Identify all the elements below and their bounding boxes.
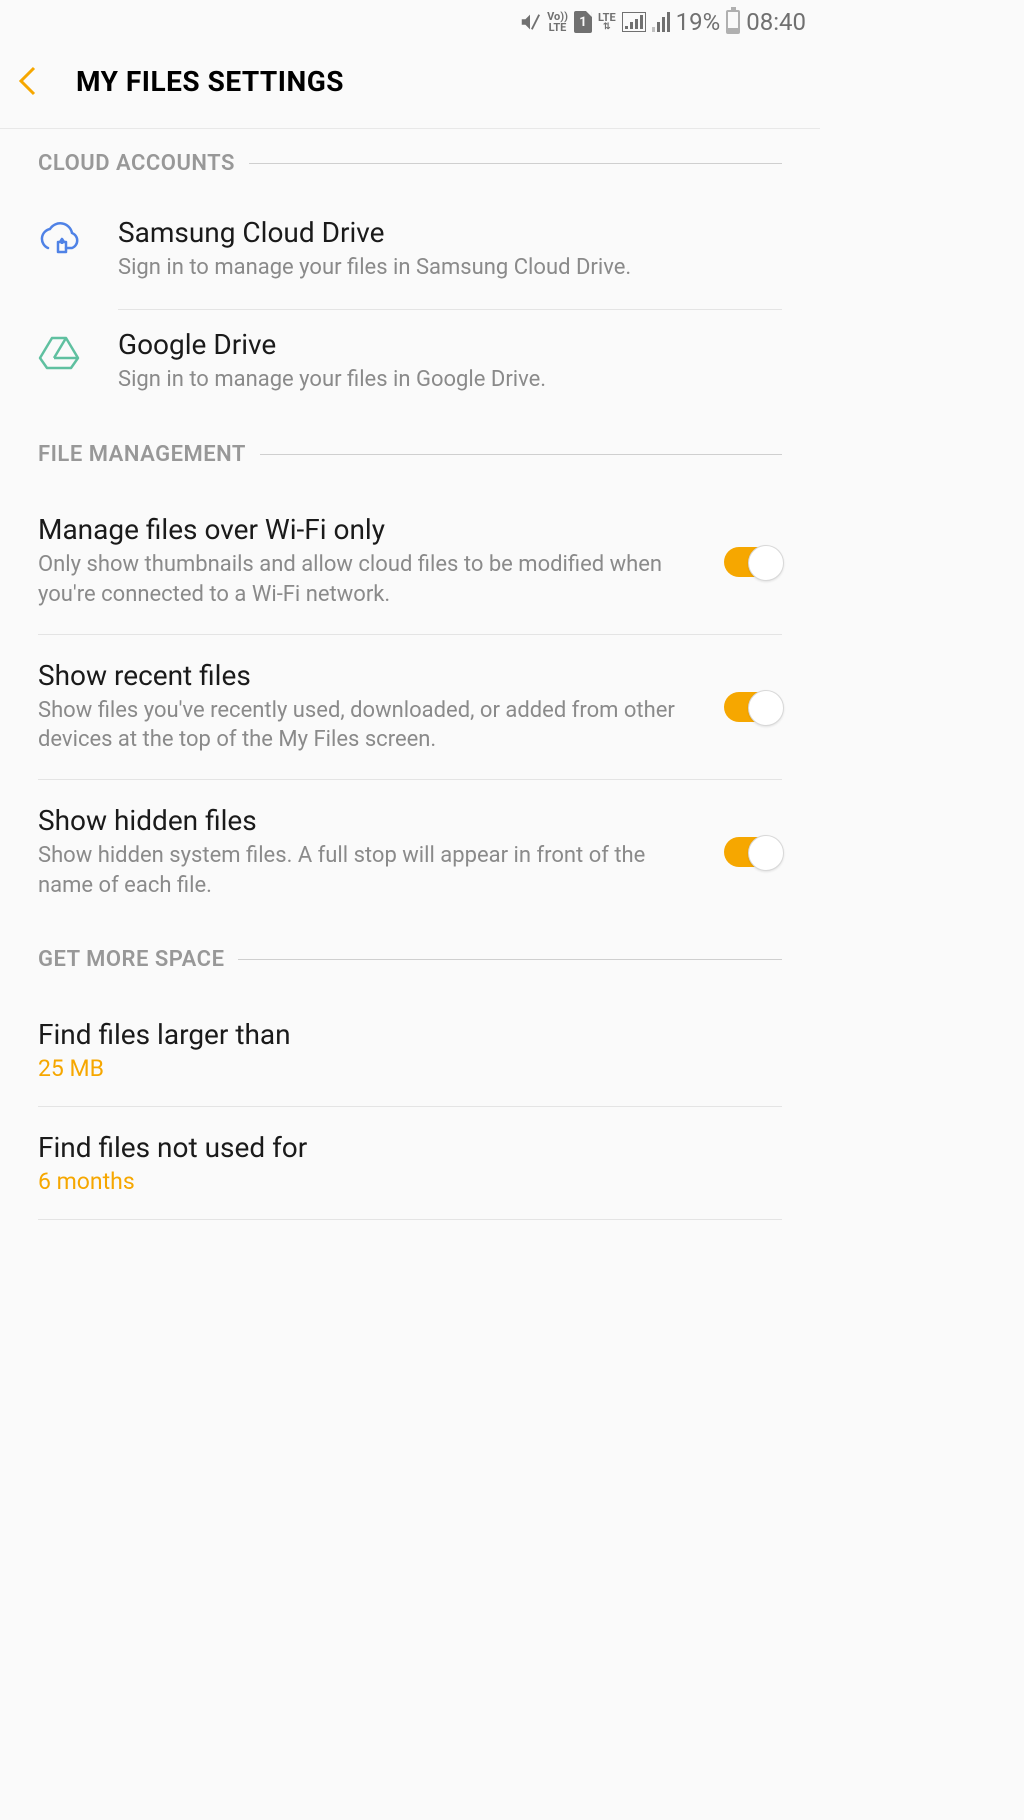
- item-subtitle: Sign in to manage your files in Google D…: [118, 365, 782, 395]
- item-subtitle: Only show thumbnails and allow cloud fil…: [38, 550, 694, 609]
- google-drive-icon: [38, 328, 80, 370]
- cloud-item-google-drive[interactable]: Google Drive Sign in to manage your file…: [38, 310, 782, 421]
- item-title: Find files larger than: [38, 1018, 782, 1051]
- page-title: MY FILES SETTINGS: [76, 65, 344, 98]
- signal-icon-2: [652, 12, 670, 32]
- sim-indicator: 1: [574, 11, 592, 33]
- clock: 08:40: [746, 8, 806, 36]
- item-subtitle: Show files you've recently used, downloa…: [38, 696, 694, 755]
- toggle-switch[interactable]: [724, 837, 782, 867]
- toggle-switch[interactable]: [724, 692, 782, 722]
- cloud-item-samsung[interactable]: Samsung Cloud Drive Sign in to manage yo…: [38, 198, 782, 309]
- status-bar: Vo)) LTE 1 LTE ⇅ 19% 08:40: [0, 0, 820, 44]
- item-subtitle: Sign in to manage your files in Samsung …: [118, 253, 782, 283]
- item-title: Find files not used for: [38, 1131, 782, 1164]
- samsung-cloud-icon: [38, 216, 80, 258]
- item-value: 25 MB: [38, 1055, 782, 1082]
- signal-icon-1: [622, 12, 646, 32]
- section-file-management: FILE MANAGEMENT Manage files over Wi-Fi …: [0, 420, 820, 924]
- section-title: FILE MANAGEMENT: [38, 442, 246, 467]
- toggle-switch[interactable]: [724, 547, 782, 577]
- setting-recent-files[interactable]: Show recent files Show files you've rece…: [38, 635, 782, 779]
- section-cloud-accounts: CLOUD ACCOUNTS Samsung Cloud Drive Sign …: [0, 129, 820, 420]
- item-title: Samsung Cloud Drive: [118, 216, 782, 249]
- setting-wifi-only[interactable]: Manage files over Wi-Fi only Only show t…: [38, 489, 782, 633]
- lte-indicator: LTE ⇅: [598, 12, 616, 32]
- item-title: Manage files over Wi-Fi only: [38, 513, 694, 546]
- section-title: CLOUD ACCOUNTS: [38, 151, 235, 176]
- setting-find-not-used-for[interactable]: Find files not used for 6 months: [38, 1107, 782, 1219]
- mute-icon: [519, 11, 541, 33]
- battery-percent: 19%: [676, 8, 721, 36]
- setting-hidden-files[interactable]: Show hidden files Show hidden system fil…: [38, 780, 782, 924]
- item-title: Show recent files: [38, 659, 694, 692]
- item-value: 6 months: [38, 1168, 782, 1195]
- item-subtitle: Show hidden system files. A full stop wi…: [38, 841, 694, 900]
- volte-indicator: Vo)) LTE: [547, 11, 568, 33]
- item-title: Google Drive: [118, 328, 782, 361]
- setting-find-larger-than[interactable]: Find files larger than 25 MB: [38, 994, 782, 1106]
- page-header: MY FILES SETTINGS: [0, 44, 820, 129]
- chevron-left-icon: [16, 64, 38, 98]
- section-get-more-space: GET MORE SPACE Find files larger than 25…: [0, 925, 820, 1220]
- section-title: GET MORE SPACE: [38, 947, 224, 972]
- back-button[interactable]: [16, 64, 58, 98]
- battery-icon: [726, 10, 740, 34]
- item-title: Show hidden files: [38, 804, 694, 837]
